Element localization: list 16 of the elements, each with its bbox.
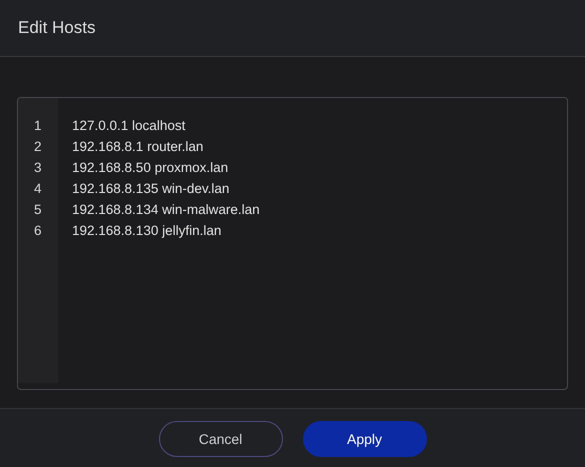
code-line: 127.0.0.1 localhost: [72, 117, 186, 135]
line-number: 3: [33, 159, 43, 177]
line-number: 5: [33, 201, 43, 219]
code-line: 192.168.8.50 proxmox.lan: [72, 159, 230, 177]
code-line: 192.168.8.135 win-dev.lan: [72, 180, 230, 198]
code-line: 192.168.8.1 router.lan: [72, 138, 204, 156]
line-number: 6: [33, 222, 43, 240]
apply-button[interactable]: Apply: [302, 420, 426, 456]
line-number: 2: [33, 138, 43, 156]
line-number: 1: [33, 117, 43, 135]
hosts-editor[interactable]: 1 2 3 4 5 6 127.0.0.1 localhost 192.168.8.1 router.lan 192.168.8.50 proxmox.lan 192.168.8.135 win-dev.lan 192.168.8.134 win-malware.lan 192.168.8.130 jellyfin.lan: [17, 97, 568, 390]
line-number: 4: [33, 180, 43, 198]
cancel-button[interactable]: Cancel: [158, 420, 282, 456]
code-line: 192.168.8.130 jellyfin.lan: [72, 222, 222, 240]
dialog-title: Edit Hosts: [18, 18, 96, 38]
code-line: 192.168.8.134 win-malware.lan: [72, 201, 261, 219]
